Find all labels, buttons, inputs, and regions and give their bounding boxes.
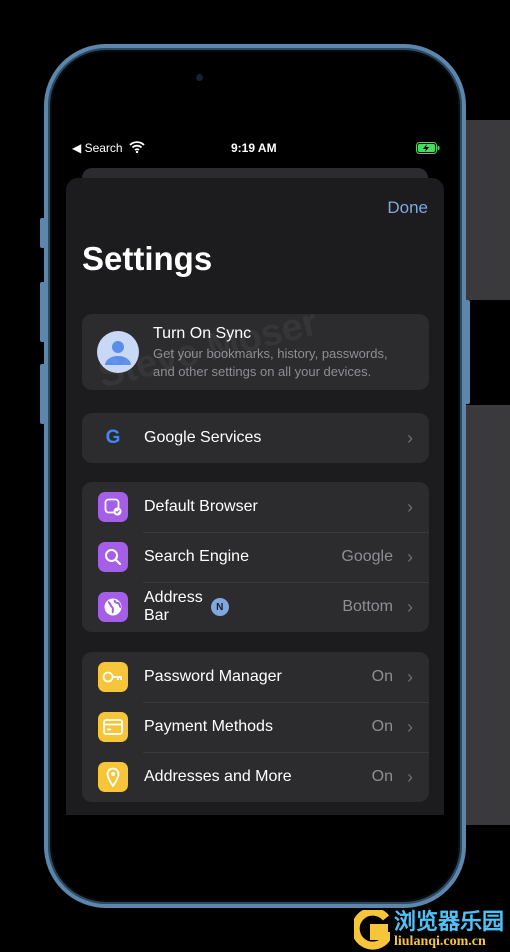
clock: 9:19 AM xyxy=(231,141,277,155)
default-browser-icon xyxy=(98,492,128,522)
chevron-right-icon: › xyxy=(407,666,413,687)
row-value: Google xyxy=(341,548,393,565)
chevron-right-icon: › xyxy=(407,427,413,448)
chevron-right-icon: › xyxy=(407,496,413,517)
password-manager-row[interactable]: Password Manager On › xyxy=(82,652,429,702)
site-watermark: 浏览器乐园 liulanqi.com.cn xyxy=(353,909,504,950)
payment-methods-row[interactable]: Payment Methods On › xyxy=(82,702,429,752)
row-value: On xyxy=(371,668,393,685)
browser-settings-group: Default Browser › Search Engine Google ›… xyxy=(82,482,429,632)
autofill-group: Password Manager On › Payment Methods On… xyxy=(82,652,429,802)
background-panel xyxy=(466,405,510,825)
page-title: Settings xyxy=(82,240,213,277)
site-logo-icon xyxy=(353,910,390,950)
chevron-right-icon: › xyxy=(407,546,413,567)
address-bar-row[interactable]: Address Bar N Bottom › xyxy=(82,582,429,632)
row-value: Bottom xyxy=(342,598,393,615)
wifi-icon xyxy=(129,141,145,153)
google-services-row[interactable]: G Google Services › xyxy=(82,413,429,463)
search-icon xyxy=(98,542,128,572)
chevron-right-icon: › xyxy=(407,766,413,787)
location-pin-icon xyxy=(98,762,128,792)
default-browser-row[interactable]: Default Browser › xyxy=(82,482,429,532)
camera xyxy=(196,74,203,81)
battery-charging-icon xyxy=(416,142,440,154)
done-button[interactable]: Done xyxy=(387,198,428,218)
back-to-search[interactable]: ◀ Search xyxy=(72,141,123,155)
card-icon xyxy=(98,712,128,742)
chevron-right-icon: › xyxy=(407,716,413,737)
globe-icon xyxy=(98,592,128,622)
chevron-right-icon: › xyxy=(407,596,413,617)
search-engine-row[interactable]: Search Engine Google › xyxy=(82,532,429,582)
row-value: On xyxy=(371,768,393,785)
background-panel xyxy=(466,120,510,300)
row-label: Search Engine xyxy=(144,548,249,565)
google-g-icon: G xyxy=(105,427,121,448)
new-badge: N xyxy=(210,598,229,616)
row-label: Addresses and More xyxy=(144,768,292,785)
row-label: Google Services xyxy=(144,429,262,446)
row-label: Address Bar xyxy=(144,589,203,624)
row-label: Payment Methods xyxy=(144,718,273,735)
addresses-row[interactable]: Addresses and More On › xyxy=(82,752,429,802)
settings-sheet: Done Settings Turn On Sync Get your book… xyxy=(66,178,444,815)
row-value: On xyxy=(371,718,393,735)
google-services-group: G Google Services › xyxy=(82,413,429,463)
key-icon xyxy=(98,662,128,692)
site-url: liulanqi.com.cn xyxy=(393,934,486,949)
site-name: 浏览器乐园 xyxy=(393,909,504,935)
row-label: Password Manager xyxy=(144,668,282,685)
row-label: Default Browser xyxy=(144,498,258,515)
